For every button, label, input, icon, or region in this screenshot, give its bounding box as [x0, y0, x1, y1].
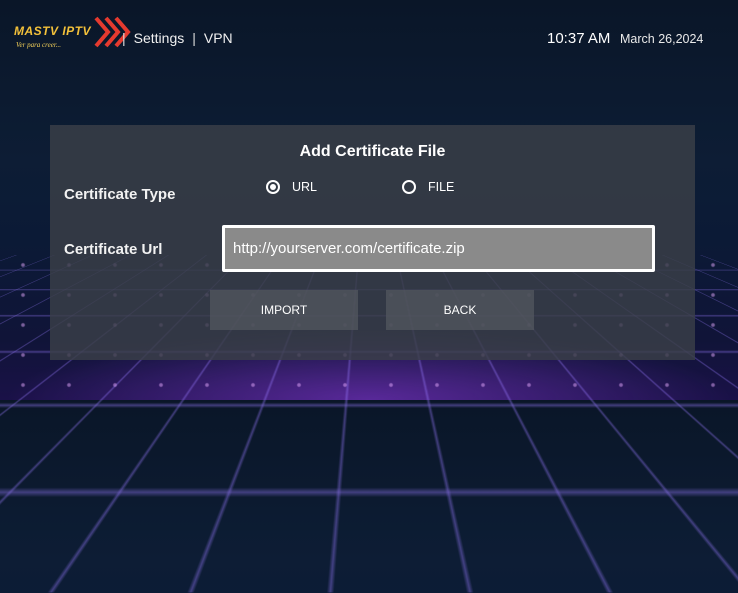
radio-url-label: URL: [292, 180, 318, 194]
radio-url[interactable]: URL: [266, 180, 317, 194]
breadcrumb-separator: |: [122, 30, 126, 46]
app-logo: MASTV IPTV Ver para creer...: [14, 14, 131, 50]
radio-file-label: FILE: [428, 180, 455, 194]
radio-file[interactable]: FILE: [402, 180, 454, 194]
import-button-label: IMPORT: [260, 303, 308, 317]
back-button-label: BACK: [443, 303, 477, 317]
radio-unchecked-icon: [402, 180, 416, 194]
clock-date: March 26,2024: [620, 32, 704, 46]
clock-time: 10:37 AM: [547, 30, 611, 47]
back-button[interactable]: BACK: [386, 290, 534, 330]
logo-text: MASTV IPTV: [14, 24, 92, 38]
breadcrumb: | Settings | VPN: [122, 30, 233, 46]
breadcrumb-settings: Settings: [133, 30, 185, 46]
breadcrumb-separator: |: [192, 30, 196, 46]
certificate-url-input[interactable]: http://yourserver.com/certificate.zip: [222, 225, 655, 272]
logo-tagline: Ver para creer...: [16, 41, 62, 49]
certificate-type-label: Certificate Type: [64, 186, 176, 203]
certificate-url-label: Certificate Url: [64, 241, 163, 258]
certificate-url-value: http://yourserver.com/certificate.zip: [233, 240, 465, 257]
breadcrumb-vpn: VPN: [203, 30, 233, 46]
radio-checked-icon: [266, 180, 280, 194]
add-certificate-dialog: Add Certificate File Certificate Type UR…: [50, 125, 695, 360]
import-button[interactable]: IMPORT: [210, 290, 358, 330]
dialog-title: Add Certificate File: [299, 143, 446, 160]
